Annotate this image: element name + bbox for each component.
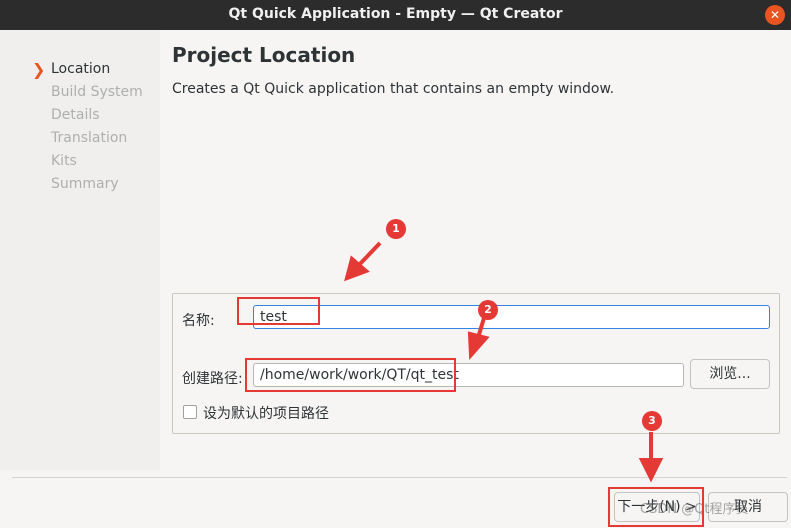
annotation-arrow-1 (356, 241, 382, 268)
annotation-arrowhead-3 (638, 458, 664, 483)
annotation-arrowhead-2 (467, 331, 490, 361)
annotation-arrows (344, 241, 664, 483)
